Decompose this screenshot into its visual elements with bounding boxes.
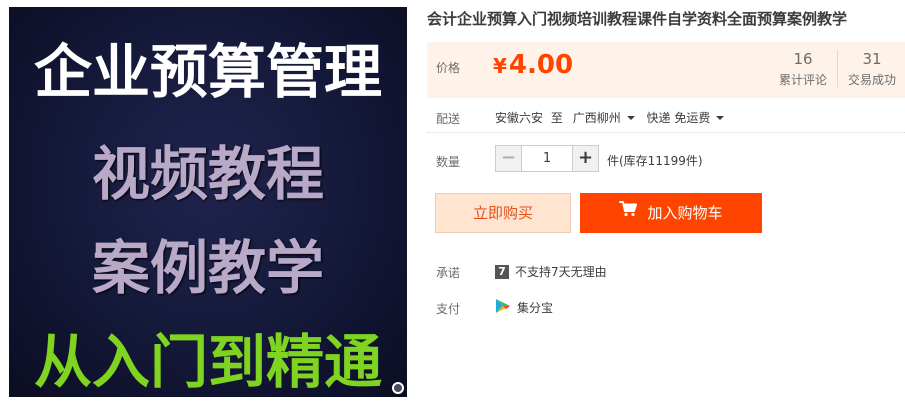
deals-label: 交易成功 xyxy=(847,73,896,87)
product-image[interactable]: 企业预算管理 视频教程 案例教学 从入门到精通 xyxy=(9,7,407,397)
quantity-stepper: − + xyxy=(495,145,599,172)
add-to-cart-button[interactable]: 加入购物车 xyxy=(580,193,762,233)
reviews-label: 累计评论 xyxy=(778,73,827,87)
decrement-button[interactable]: − xyxy=(496,146,522,171)
chevron-down-icon xyxy=(626,115,635,120)
shipping-row: 安徽六安 至 广西柳州 快递 免运费 xyxy=(495,109,732,126)
quantity-label: 数量 xyxy=(436,155,461,169)
ship-method-selector[interactable]: 快递 免运费 xyxy=(647,109,733,126)
ship-to-selector[interactable]: 广西柳州 xyxy=(573,109,643,126)
payment-row: 集分宝 xyxy=(495,298,554,317)
promise-text: 不支持7天无理由 xyxy=(515,265,607,279)
payment-label: 支付 xyxy=(436,302,461,316)
image-text-line-2: 视频教程 xyxy=(91,140,324,208)
ship-to: 广西柳州 xyxy=(572,111,621,125)
reviews-count: 16 xyxy=(793,50,813,68)
price-amount: 4.00 xyxy=(508,50,574,80)
promise-label: 承诺 xyxy=(436,266,461,280)
image-text-line-3: 案例教学 xyxy=(91,234,324,302)
section-divider xyxy=(427,132,905,133)
product-title: 会计企业预算入门视频培训教程课件自学资料全面预算案例教学 xyxy=(427,10,848,28)
promise-row: 7 不支持7天无理由 xyxy=(495,263,607,280)
ship-from: 安徽六安 xyxy=(495,111,544,125)
deals-count: 31 xyxy=(862,50,882,68)
jifenbao-icon xyxy=(495,298,511,317)
image-text-line-4: 从入门到精通 xyxy=(33,328,382,396)
deals-stat: 31 交易成功 xyxy=(838,50,905,87)
cart-icon xyxy=(619,192,638,232)
payment-method: 集分宝 xyxy=(517,301,554,315)
zoom-icon[interactable] xyxy=(392,382,404,394)
reviews-stat[interactable]: 16 累计评论 xyxy=(769,50,838,87)
price-panel: 价格 ¥4.00 16 累计评论 31 交易成功 xyxy=(427,42,905,98)
image-text-line-1: 企业预算管理 xyxy=(33,38,382,106)
increment-button[interactable]: + xyxy=(572,146,598,171)
shipping-label: 配送 xyxy=(436,112,461,126)
quantity-input[interactable] xyxy=(522,146,572,171)
seven-day-icon: 7 xyxy=(495,264,509,279)
ship-method: 快递 免运费 xyxy=(646,111,711,125)
stock-info: 件(库存11199件) xyxy=(607,154,703,168)
ship-to-word: 至 xyxy=(550,111,563,125)
buy-now-button[interactable]: 立即购买 xyxy=(435,193,571,233)
currency-symbol: ¥ xyxy=(493,54,507,78)
add-to-cart-label: 加入购物车 xyxy=(647,204,723,222)
price-value: ¥4.00 xyxy=(493,50,573,80)
price-label: 价格 xyxy=(436,61,461,75)
chevron-down-icon xyxy=(716,115,725,120)
